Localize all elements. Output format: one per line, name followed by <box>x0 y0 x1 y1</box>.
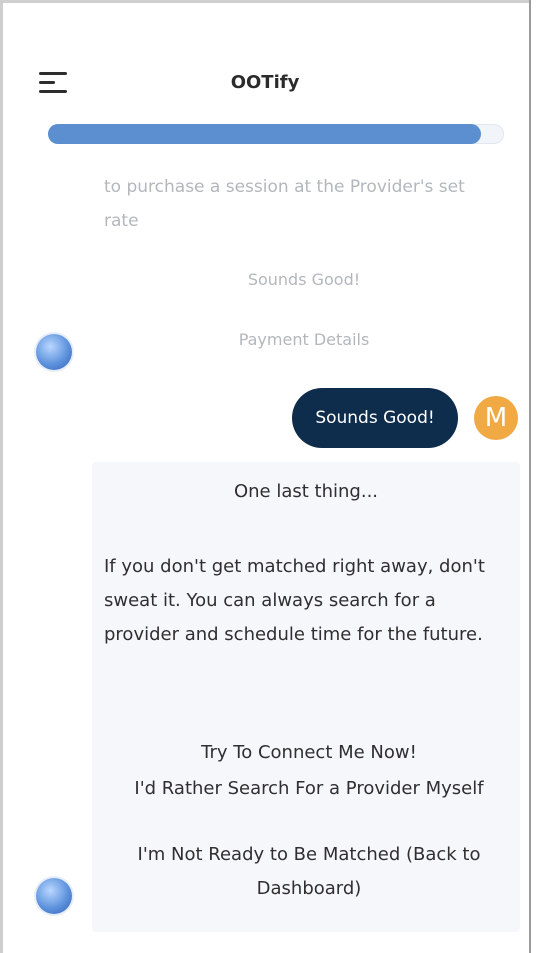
card-body-text: If you don't get matched right away, don… <box>104 556 485 645</box>
app-header: OOTify <box>3 50 527 110</box>
card-title: One last thing... <box>233 481 379 502</box>
option-connect-now-button[interactable]: Try To Connect Me Now! <box>104 736 514 770</box>
user-reply-bubble: Sounds Good! <box>292 388 458 448</box>
progress-fill <box>48 124 482 144</box>
user-avatar: M <box>474 396 518 440</box>
option-back-to-dashboard-button[interactable]: I'm Not Ready to Be Matched (Back to Das… <box>104 838 514 906</box>
previous-option-payment-details: Payment Details <box>238 330 370 349</box>
option-search-provider-button[interactable]: I'd Rather Search For a Provider Myself <box>104 772 514 806</box>
progress-bar <box>48 124 504 144</box>
previous-option-sounds-good: Sounds Good! <box>247 270 361 289</box>
frame-left-border <box>0 0 3 953</box>
scrollbar[interactable] <box>529 0 539 953</box>
frame-top-border <box>0 0 539 3</box>
app-title: OOTify <box>230 72 300 93</box>
bot-avatar-icon <box>36 334 72 370</box>
bot-avatar-icon <box>36 878 72 914</box>
previous-bot-message: to purchase a session at the Provider's … <box>104 177 465 231</box>
